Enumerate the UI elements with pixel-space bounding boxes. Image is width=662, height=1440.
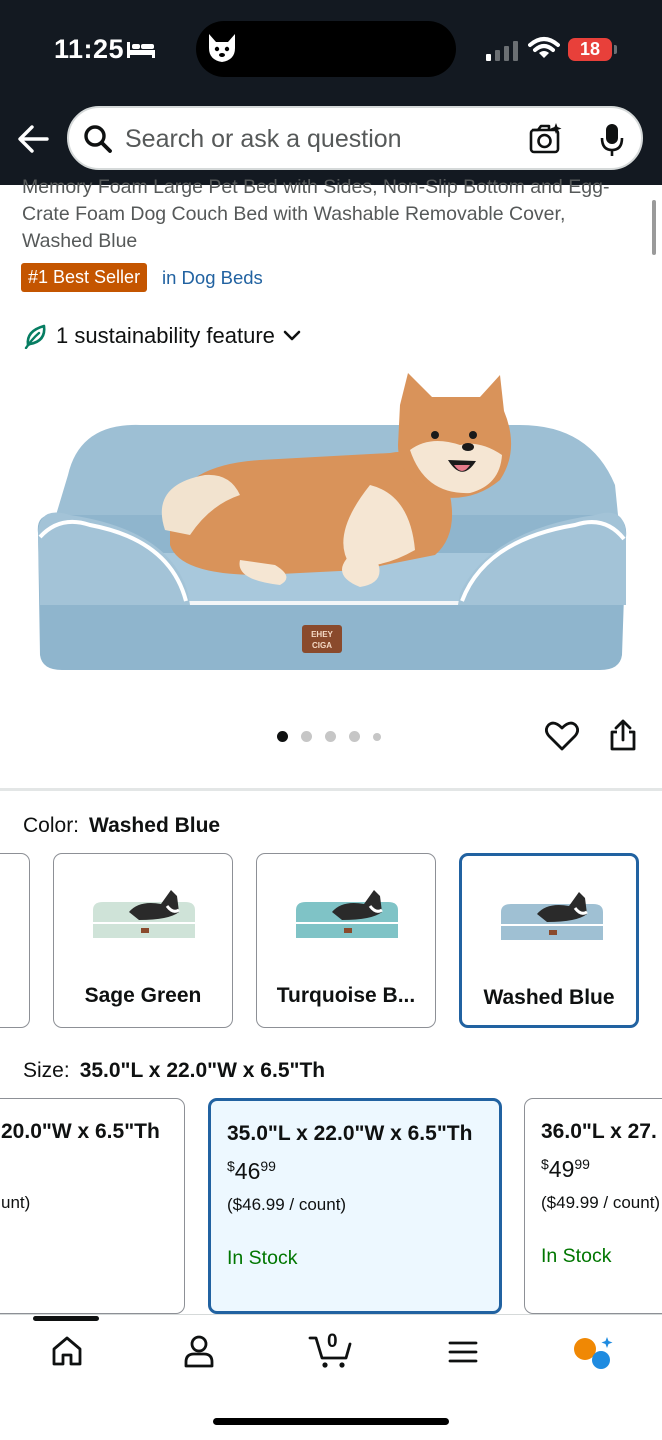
size-option-partial-left[interactable]: 20.0"W x 6.5"Th unt): [0, 1098, 185, 1314]
brand-tag-line2: CIGA: [312, 641, 332, 650]
size-title: 20.0"W x 6.5"Th: [1, 1120, 160, 1143]
search-placeholder: Search or ask a question: [125, 125, 402, 153]
swatch-product-thumbnail: [296, 890, 398, 938]
cart-count: 0: [327, 1331, 338, 1352]
swatch-product-thumbnail: [501, 892, 603, 940]
color-swatch-turquoise[interactable]: Turquoise B...: [256, 853, 436, 1028]
size-label: Size:: [23, 1059, 70, 1082]
swatch-product-thumbnail: [93, 890, 195, 938]
size-selected-value: 35.0"L x 22.0"W x 6.5"Th: [79, 1059, 326, 1082]
status-time: 11:25: [54, 34, 125, 64]
top-header: 11:25 18 Search or ask a question: [0, 0, 662, 185]
carousel-dot[interactable]: [349, 731, 360, 742]
menu-icon[interactable]: [448, 1340, 478, 1364]
price-dollars: 49: [548, 1156, 575, 1182]
bed-icon: [127, 42, 155, 58]
brand-tag-line1: EHEY: [311, 630, 333, 639]
price-dollars: 46: [234, 1158, 261, 1184]
size-option-partial-right[interactable]: 36.0"L x 27. $4999 ($49.99 / count) In S…: [524, 1098, 662, 1314]
stock-status: In Stock: [227, 1247, 298, 1269]
size-unit-price: ($46.99 / count): [227, 1195, 347, 1214]
active-tab-indicator: [33, 1316, 99, 1321]
product-image[interactable]: EHEY CIGA: [30, 365, 630, 685]
size-unit-price: unt): [1, 1193, 31, 1212]
stock-status: In Stock: [541, 1245, 612, 1267]
rufus-assistant-icon[interactable]: [573, 1335, 615, 1371]
sustainability-label: 1 sustainability feature: [56, 323, 275, 348]
swatch-label: Washed Blue: [483, 986, 615, 1009]
color-swatch-partial[interactable]: [0, 853, 30, 1028]
cart-button[interactable]: 0: [308, 1330, 354, 1370]
swatch-label: Turquoise B...: [276, 984, 416, 1007]
battery-nub: [614, 45, 617, 54]
microphone-icon[interactable]: [599, 122, 625, 158]
dog-face-icon: [209, 34, 235, 62]
price-cents: 99: [260, 1158, 276, 1174]
leaf-icon: [24, 324, 46, 349]
sustainability-toggle[interactable]: 1 sustainability feature: [24, 320, 301, 352]
carousel-dot[interactable]: [301, 731, 312, 742]
size-label-row: Size: 35.0"L x 22.0"W x 6.5"Th: [23, 1059, 325, 1083]
home-indicator-bar: [213, 1418, 449, 1425]
carousel-dot[interactable]: [277, 731, 288, 742]
cell-signal-icon: [486, 41, 518, 61]
size-price: $4699: [227, 1158, 276, 1184]
color-label: Color:: [23, 814, 80, 837]
heart-icon[interactable]: [545, 720, 579, 752]
search-input[interactable]: Search or ask a question: [67, 106, 643, 170]
swatch-label: Sage Green: [84, 984, 202, 1007]
account-icon[interactable]: [183, 1334, 215, 1368]
size-option-selected[interactable]: 35.0"L x 22.0"W x 6.5"Th $4699 ($46.99 /…: [208, 1098, 502, 1314]
wifi-icon: [528, 37, 560, 58]
color-label-row: Color: Washed Blue: [23, 814, 220, 838]
best-seller-badge[interactable]: #1 Best Seller: [21, 263, 148, 292]
size-price: $4999: [541, 1156, 590, 1182]
carousel-dot[interactable]: [373, 732, 381, 741]
size-title: 36.0"L x 27.: [541, 1120, 657, 1143]
back-arrow-icon[interactable]: [16, 122, 50, 156]
image-carousel-dots[interactable]: [277, 731, 394, 742]
carousel-dot[interactable]: [325, 731, 336, 742]
chevron-down-icon: [283, 330, 301, 341]
camera-search-icon[interactable]: [528, 122, 564, 156]
search-icon: [84, 125, 112, 153]
share-icon[interactable]: [608, 718, 638, 752]
battery-indicator: 18: [568, 38, 612, 61]
price-cents: 99: [574, 1156, 590, 1172]
size-title: 35.0"L x 22.0"W x 6.5"Th: [227, 1122, 473, 1145]
category-link[interactable]: in Dog Beds: [162, 267, 263, 289]
scroll-indicator: [652, 200, 656, 255]
product-title: Memory Foam Large Pet Bed with Sides, No…: [22, 176, 610, 252]
home-icon[interactable]: [50, 1334, 84, 1368]
section-divider: [0, 788, 662, 791]
color-swatch-sage-green[interactable]: Sage Green: [53, 853, 233, 1028]
size-unit-price: ($49.99 / count): [541, 1193, 661, 1212]
color-selected-value: Washed Blue: [89, 814, 221, 837]
color-swatch-washed-blue[interactable]: Washed Blue: [459, 853, 639, 1028]
